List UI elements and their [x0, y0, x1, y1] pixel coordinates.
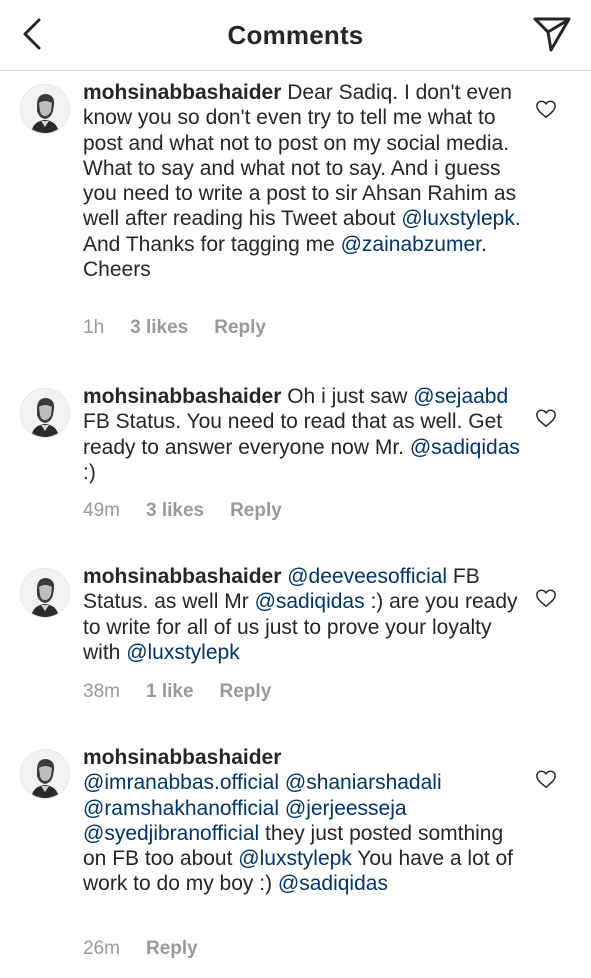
mention-link[interactable]: @luxstylepk [126, 641, 240, 664]
paper-plane-icon[interactable] [531, 13, 573, 55]
mention-link[interactable]: @imranabbas.official [83, 771, 279, 794]
mention-link[interactable]: @jerjeesseja [285, 797, 407, 820]
comment-item: mohsinabbashaider @deeveesofficial FB St… [0, 564, 591, 711]
mention-link[interactable]: @luxstylepk [401, 207, 515, 230]
chevron-left-icon[interactable] [14, 14, 54, 54]
avatar[interactable] [20, 749, 70, 799]
reply-button[interactable]: Reply [214, 317, 266, 339]
comment-meta: 49m 3 likes Reply [83, 500, 308, 522]
mention-link[interactable]: @sadiqidas [410, 436, 520, 459]
comment-username[interactable]: mohsinabbashaider [83, 746, 281, 769]
mention-link[interactable]: @deeveesofficial [287, 565, 447, 588]
page-title: Comments [227, 19, 364, 50]
likes-count[interactable]: 3 likes [146, 500, 204, 522]
mention-link[interactable]: @sadiqidas [255, 590, 365, 613]
comment-meta: 26m Reply [83, 938, 224, 960]
comment-item: mohsinabbashaider @imranabbas.official @s… [0, 745, 591, 968]
comment-body: mohsinabbashaider Oh i just saw @sejaabd… [83, 384, 523, 485]
likes-count[interactable]: 3 likes [130, 317, 188, 339]
mention-link[interactable]: @shaniarshadali [285, 771, 442, 794]
comment-timestamp: 26m [83, 938, 120, 959]
comment-body: mohsinabbashaider @imranabbas.official @s… [83, 745, 523, 897]
comment-timestamp: 1h [83, 317, 105, 338]
avatar[interactable] [20, 388, 70, 438]
comment-item: mohsinabbashaider Oh i just saw @sejaabd… [0, 384, 591, 530]
comment-timestamp: 49m [83, 500, 120, 521]
reply-button[interactable]: Reply [146, 938, 198, 960]
comment-timestamp: 38m [83, 681, 120, 702]
mention-link[interactable]: @ramshakhanofficial [83, 797, 279, 820]
comment-meta: 1h 3 likes Reply [83, 317, 292, 339]
avatar[interactable] [20, 84, 70, 134]
heart-icon[interactable] [535, 768, 557, 790]
mention-link[interactable]: @luxstylepk [238, 847, 352, 870]
comment-username[interactable]: mohsinabbashaider [83, 81, 281, 104]
comment-item: mohsinabbashaider Dear Sadiq. I don't ev… [0, 80, 591, 347]
comment-text: :) [83, 460, 96, 484]
comments-header: Comments [0, 0, 591, 71]
reply-button[interactable]: Reply [220, 681, 272, 703]
comment-body: mohsinabbashaider @deeveesofficial FB St… [83, 564, 523, 665]
reply-button[interactable]: Reply [230, 500, 282, 522]
heart-icon[interactable] [535, 407, 557, 429]
comment-text: Oh i just saw [281, 385, 414, 408]
heart-icon[interactable] [535, 98, 557, 120]
comment-meta: 38m 1 like Reply [83, 681, 297, 703]
avatar[interactable] [20, 568, 70, 618]
mention-link[interactable]: @sadiqidas [278, 872, 388, 895]
comment-username[interactable]: mohsinabbashaider [83, 385, 281, 408]
mention-link[interactable]: @sejaabd [413, 385, 508, 408]
heart-icon[interactable] [535, 587, 557, 609]
comment-body: mohsinabbashaider Dear Sadiq. I don't ev… [83, 80, 523, 282]
comment-username[interactable]: mohsinabbashaider [83, 565, 281, 588]
mention-link[interactable]: @zainabzumer [341, 233, 481, 256]
mention-link[interactable]: @syedjibranofficial [83, 822, 259, 845]
likes-count[interactable]: 1 like [146, 681, 194, 703]
